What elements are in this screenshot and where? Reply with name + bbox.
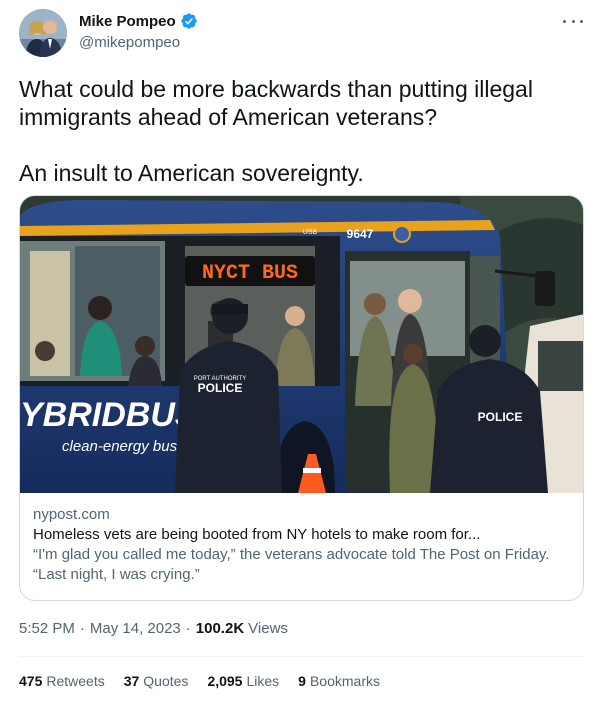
card-title[interactable]: Homeless vets are being booted from NY h… [33,525,573,545]
views-separator: · [185,620,191,637]
retweets-count: 475 [19,673,43,689]
quotes-stat[interactable]: 37 Quotes [124,673,189,689]
divider [19,656,585,657]
engagement-stats: 475 Retweets 37 Quotes 2,095 Likes 9 Bookmar… [19,673,399,689]
officer-vest-right: POLICE [478,410,523,424]
card-meta: nypost.com Homeless vets are being boote… [33,505,573,585]
retweets-label: Retweets [46,673,105,689]
card-description: “I'm glad you called me today,” the vete… [33,546,550,583]
more-options-icon[interactable] [563,12,583,30]
tweet-container: Mike Pompeo @mikepompeo What could be mo… [0,0,605,703]
bookmarks-count: 9 [298,673,306,689]
tweet-date[interactable]: May 14, 2023 [90,620,181,637]
avatar-photo [19,9,67,57]
author-display-name[interactable]: Mike Pompeo [79,13,176,30]
verified-badge-icon [181,13,197,29]
author-name-row[interactable]: Mike Pompeo [79,12,198,30]
bus-tagline: clean-energy bus [62,438,178,455]
card-domain: nypost.com [33,506,110,523]
tweet-text: What could be more backwards than puttin… [19,76,533,186]
quotes-count: 37 [123,673,140,689]
views-label[interactable]: Views [248,620,288,637]
likes-label: Likes [246,673,280,689]
retweets-stat[interactable]: 475 Retweets [19,673,105,689]
bookmarks-stat[interactable]: 9 Bookmarks [298,673,380,689]
bus-usb-label: USB [303,229,318,236]
author-avatar[interactable] [19,9,67,57]
link-card[interactable]: NYCT BUS 9647 USB YBRIDBUS clean-energy … [19,195,584,601]
quotes-label: Quotes [143,673,189,689]
likes-stat[interactable]: 2,095 Likes [207,673,279,689]
author-handle[interactable]: @mikepompeo [79,34,180,51]
bus-number: 9647 [347,227,374,241]
likes-count: 2,095 [207,673,243,689]
officer-vest-left: POLICE [198,381,243,395]
views-count[interactable]: 100.2K [196,620,244,637]
bus-branding: YBRIDBUS [20,396,198,434]
timestamp-row: 5:52 PM · May 14, 2023 · 100.2K Views [19,620,288,637]
bus-sign-text: NYCT BUS [202,262,298,285]
bookmarks-label: Bookmarks [309,673,380,689]
time-separator: · [79,620,85,637]
tweet-time[interactable]: 5:52 PM [19,620,75,637]
card-image[interactable]: NYCT BUS 9647 USB YBRIDBUS clean-energy … [20,196,584,493]
